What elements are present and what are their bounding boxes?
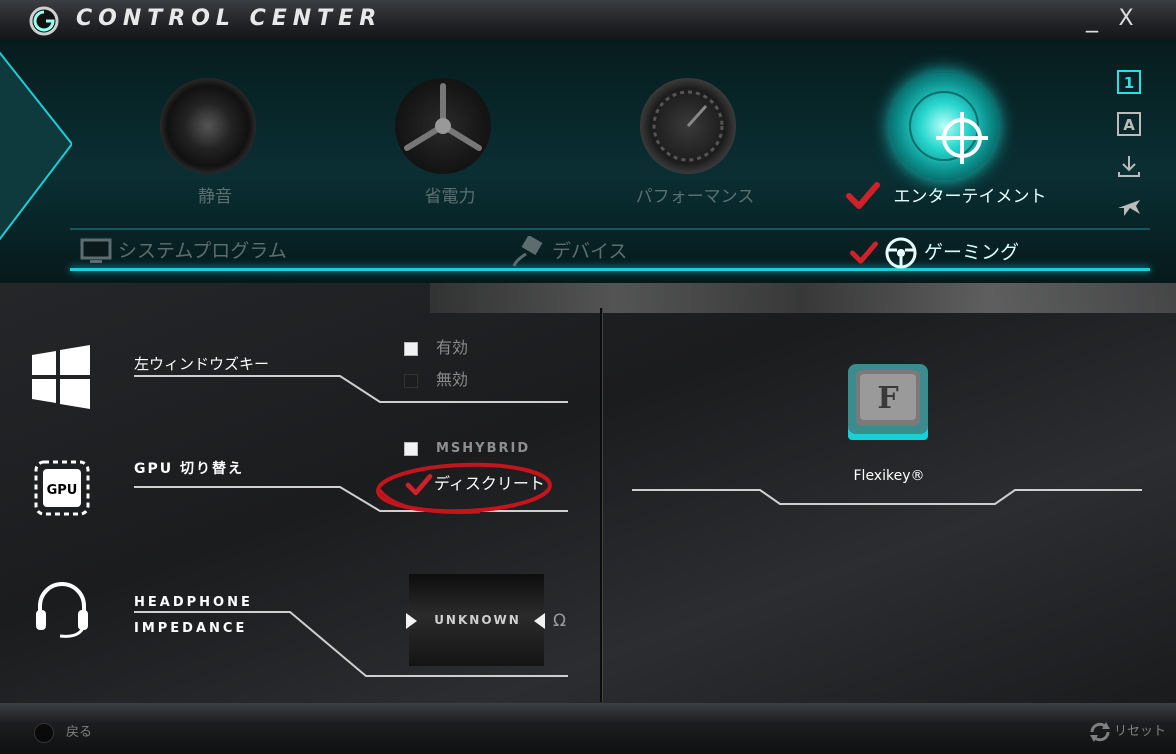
gpu-chip-icon: GPU	[34, 460, 90, 516]
gpu-switch-label: GPU 切り替え	[134, 461, 244, 477]
back-label: 戻る	[66, 725, 93, 740]
mode-panel: 静音 省電力 パフォーマンス エンターテイメント 1 A システムプログラム デ…	[0, 40, 1176, 283]
impedance-decrease-arrow[interactable]	[406, 613, 417, 629]
windows-logo-icon	[32, 345, 90, 409]
mode-power-saving[interactable]: 省電力	[340, 62, 560, 232]
reset-button[interactable]: リセット	[1088, 720, 1166, 743]
impedance-increase-arrow[interactable]	[534, 613, 545, 629]
tab-system-program[interactable]: システムプログラム	[80, 236, 287, 270]
row-divider-line	[134, 375, 568, 403]
headset-icon	[36, 582, 88, 638]
mode-performance-label: パフォーマンス	[635, 187, 755, 207]
column-divider	[600, 308, 602, 702]
mode-power-saving-label: 省電力	[424, 187, 476, 207]
disable-checkbox[interactable]	[404, 373, 418, 388]
minimize-button[interactable]: _	[1078, 4, 1106, 34]
back-button[interactable]: 戻る	[34, 721, 92, 743]
mode-entertainment[interactable]: エンターテイメント	[840, 62, 1060, 232]
monitor-icon	[80, 238, 112, 263]
airplane-icon[interactable]	[1116, 194, 1142, 218]
flexikey-button[interactable]: F	[846, 362, 930, 442]
tab-gaming[interactable]: ゲーミング	[850, 236, 1019, 270]
mode-performance[interactable]: パフォーマンス	[585, 62, 805, 232]
back-arrow-icon	[34, 722, 54, 743]
speaker-icon	[160, 78, 256, 174]
reset-label: リセット	[1114, 724, 1167, 739]
app-logo-icon	[29, 6, 59, 36]
headphone-label-line1: HEADPHONE	[134, 595, 253, 610]
svg-text:A: A	[1123, 116, 1135, 134]
panel-arrow-decoration	[0, 51, 72, 241]
selected-check-icon	[850, 241, 878, 264]
gpu-chip-text: GPU	[47, 483, 78, 498]
fan-icon	[395, 78, 491, 174]
crosshair-icon	[890, 72, 998, 180]
tab-device-label: デバイス	[552, 240, 628, 263]
mshybrid-checkbox[interactable]	[404, 441, 418, 456]
download-icon[interactable]	[1116, 154, 1142, 178]
mode-quiet-label: 静音	[198, 187, 232, 207]
tab-device[interactable]: デバイス	[510, 234, 628, 270]
flexikey-letter: F	[877, 381, 898, 416]
hand-drawn-annotation-circle	[376, 462, 552, 514]
svg-text:1: 1	[1124, 74, 1134, 92]
bottom-bar: 戻る リセット	[0, 703, 1176, 754]
rock-texture-decoration	[430, 283, 1176, 313]
flexikey-divider-line	[632, 489, 1142, 505]
windows-key-enable-option[interactable]: 有効	[404, 334, 468, 358]
tab-gaming-label: ゲーミング	[924, 241, 1020, 264]
profile-1-icon[interactable]: 1	[1116, 70, 1142, 94]
mode-quiet[interactable]: 静音	[105, 62, 325, 232]
disable-label: 無効	[436, 370, 469, 389]
enable-label: 有効	[436, 338, 469, 357]
impedance-value: UNKNOWN	[434, 613, 521, 627]
mode-entertainment-label: エンターテイメント	[893, 187, 1047, 207]
gpu-mshybrid-option[interactable]: MSHYBRID	[404, 441, 530, 456]
tab-system-program-label: システムプログラム	[118, 240, 287, 262]
enable-checkbox[interactable]	[404, 341, 418, 356]
ohm-unit: Ω	[553, 611, 566, 631]
plug-icon	[512, 234, 543, 267]
profile-a-icon[interactable]: A	[1116, 112, 1142, 136]
mshybrid-label: MSHYBRID	[436, 441, 531, 456]
title-bar: CONTROL CENTER _ X	[0, 0, 1176, 41]
speedometer-icon	[640, 78, 736, 174]
reset-arrows-icon	[1090, 721, 1110, 742]
app-title: CONTROL CENTER	[76, 6, 383, 31]
steering-wheel-icon	[885, 237, 917, 269]
windows-key-disable-option[interactable]: 無効	[404, 366, 468, 390]
close-button[interactable]: X	[1112, 4, 1140, 34]
